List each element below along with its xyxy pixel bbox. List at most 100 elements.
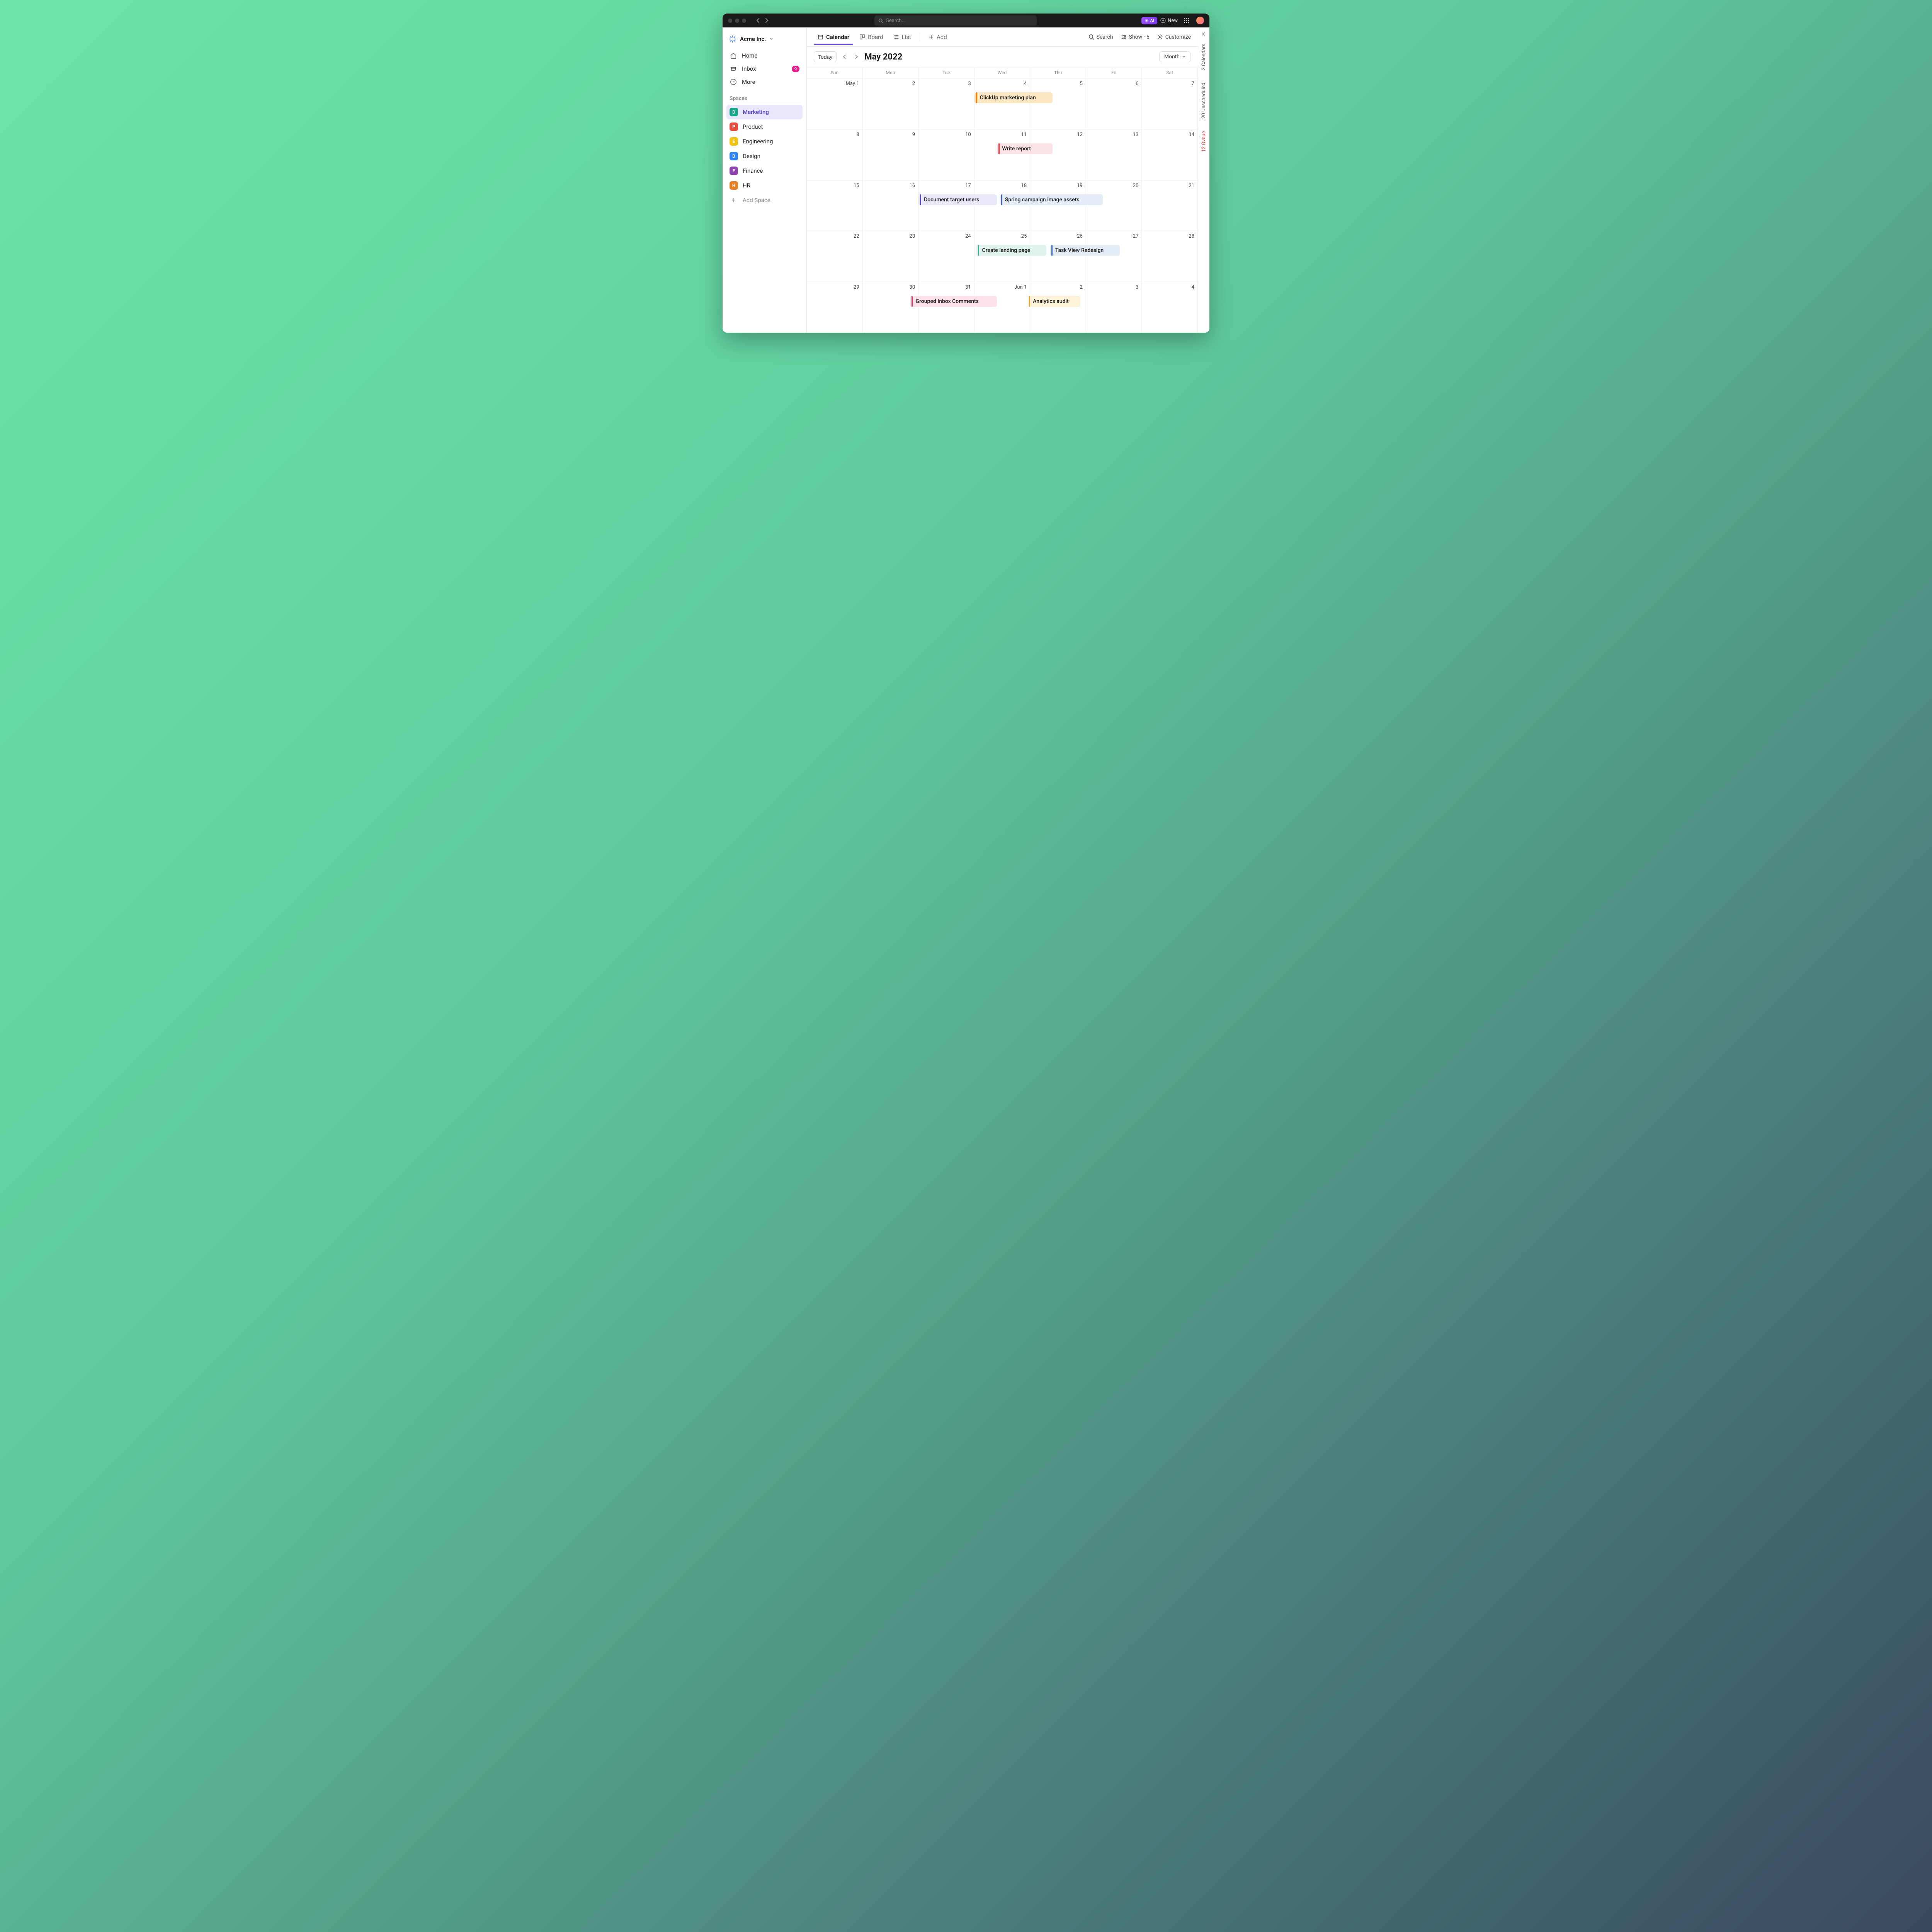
day-cell[interactable]: 11	[975, 129, 1031, 180]
day-cell[interactable]: 15	[807, 180, 863, 231]
day-number: 6	[1089, 81, 1139, 87]
day-cell[interactable]: 30	[863, 282, 919, 333]
space-badge: H	[730, 181, 738, 190]
day-cell[interactable]: 12	[1030, 129, 1086, 180]
sliders-icon	[1121, 34, 1127, 40]
day-cell[interactable]: 22	[807, 231, 863, 282]
tab-calendar[interactable]: Calendar	[814, 30, 853, 44]
space-item-design[interactable]: D Design	[726, 149, 803, 163]
tab-board[interactable]: Board	[855, 30, 887, 44]
day-cell[interactable]: 28	[1142, 231, 1198, 282]
right-rail: 2 Calendars 20 Unscheduled 12 Ovdue	[1198, 27, 1209, 333]
day-cell[interactable]: Jun 1	[975, 282, 1031, 333]
day-cell[interactable]: 31	[918, 282, 975, 333]
calendar-event[interactable]: Write report	[997, 143, 1053, 154]
day-cell[interactable]: 26	[1030, 231, 1086, 282]
toolbar-search-button[interactable]: Search	[1088, 34, 1113, 40]
day-cell[interactable]: 6	[1086, 78, 1142, 129]
calendar-event[interactable]: Create landing page	[976, 245, 1046, 256]
day-cell[interactable]: 3	[1086, 282, 1142, 333]
tab-add-view[interactable]: Add	[925, 30, 951, 44]
space-item-marketing[interactable]: D Marketing	[726, 105, 803, 119]
day-cell[interactable]: 25	[975, 231, 1031, 282]
chevron-down-icon	[769, 37, 773, 41]
day-number: 16	[866, 183, 915, 189]
minimize-window-button[interactable]	[735, 19, 739, 23]
day-cell[interactable]: 24	[918, 231, 975, 282]
nav-more[interactable]: More	[726, 75, 803, 88]
rail-calendars[interactable]: 2 Calendars	[1201, 38, 1207, 76]
day-cell[interactable]: 2	[1030, 282, 1086, 333]
day-cell[interactable]: 4	[975, 78, 1031, 129]
toolbar-customize-label: Customize	[1165, 34, 1191, 40]
day-cell[interactable]: 3	[918, 78, 975, 129]
week-row: 22232425262728 Create landing page Task Vi…	[807, 231, 1198, 282]
workspace-switcher[interactable]: Acme Inc.	[726, 33, 803, 49]
space-label: Marketing	[743, 109, 769, 116]
day-cell[interactable]: 23	[863, 231, 919, 282]
day-cell[interactable]: 5	[1030, 78, 1086, 129]
event-label: Analytics audit	[1033, 298, 1069, 304]
tab-calendar-label: Calendar	[826, 34, 849, 41]
user-avatar[interactable]	[1196, 17, 1204, 24]
day-cell[interactable]: 27	[1086, 231, 1142, 282]
day-cell[interactable]: 13	[1086, 129, 1142, 180]
new-button[interactable]: New	[1160, 18, 1178, 24]
day-cell[interactable]: 29	[807, 282, 863, 333]
calendar-event[interactable]: Spring campaign image assets	[1000, 194, 1103, 205]
toolbar-show-button[interactable]: Show · 5	[1121, 34, 1150, 40]
next-month-button[interactable]	[853, 53, 860, 61]
day-number: 3	[922, 81, 971, 87]
space-item-engineering[interactable]: E Engineering	[726, 134, 803, 149]
back-button[interactable]	[755, 18, 762, 23]
ai-button[interactable]: AI	[1141, 17, 1158, 24]
day-cell[interactable]: 2	[863, 78, 919, 129]
calendar-event[interactable]: Analytics audit	[1027, 296, 1080, 307]
prev-month-button[interactable]	[841, 53, 848, 61]
day-cell[interactable]: 19	[1030, 180, 1086, 231]
calendar-event[interactable]: Grouped Inbox Comments	[910, 296, 997, 307]
today-button[interactable]: Today	[814, 51, 837, 62]
day-cell[interactable]: 8	[807, 129, 863, 180]
day-number: 30	[866, 284, 915, 290]
calendar-event[interactable]: Document target users	[918, 194, 997, 205]
space-item-hr[interactable]: H HR	[726, 178, 803, 193]
tab-list-label: List	[902, 34, 911, 41]
space-item-finance[interactable]: F Finance	[726, 163, 803, 178]
nav-inbox[interactable]: Inbox 9	[726, 62, 803, 75]
space-item-product[interactable]: P Product	[726, 119, 803, 134]
day-cell[interactable]: 21	[1142, 180, 1198, 231]
view-toolbar: Calendar Board List Add	[807, 27, 1198, 47]
global-search-input[interactable]: Search...	[874, 15, 1037, 26]
range-select[interactable]: Month	[1159, 51, 1191, 62]
day-cell[interactable]: 16	[863, 180, 919, 231]
event-stripe	[1001, 194, 1002, 205]
day-cell[interactable]: May 1	[807, 78, 863, 129]
forward-button[interactable]	[763, 18, 770, 23]
day-cell[interactable]: 18	[975, 180, 1031, 231]
day-number: 26	[1033, 233, 1083, 239]
day-cell[interactable]: 10	[918, 129, 975, 180]
day-cell[interactable]: 17	[918, 180, 975, 231]
rail-overdue[interactable]: 12 Ovdue	[1201, 126, 1207, 157]
rail-collapse-button[interactable]	[1201, 31, 1207, 37]
calendar-event[interactable]: ClickUp marketing plan	[975, 92, 1053, 103]
tab-list[interactable]: List	[889, 30, 915, 44]
add-space-button[interactable]: + Add Space	[726, 193, 803, 207]
close-window-button[interactable]	[728, 19, 732, 23]
day-cell[interactable]: 14	[1142, 129, 1198, 180]
day-cell[interactable]: 20	[1086, 180, 1142, 231]
app-grid-icon[interactable]	[1184, 18, 1190, 23]
list-icon	[893, 34, 899, 40]
calendar-event[interactable]: Task View Redesign	[1050, 245, 1120, 256]
toolbar-customize-button[interactable]: Customize	[1157, 34, 1191, 40]
day-cell[interactable]: 9	[863, 129, 919, 180]
nav-home[interactable]: Home	[726, 49, 803, 62]
week-row: 891011121314 Write report	[807, 129, 1198, 180]
day-number: 5	[1033, 81, 1083, 87]
maximize-window-button[interactable]	[742, 19, 746, 23]
day-cell[interactable]: 4	[1142, 282, 1198, 333]
day-cell[interactable]: 7	[1142, 78, 1198, 129]
rail-unscheduled[interactable]: 20 Unscheduled	[1201, 77, 1207, 124]
space-label: Finance	[743, 167, 763, 174]
